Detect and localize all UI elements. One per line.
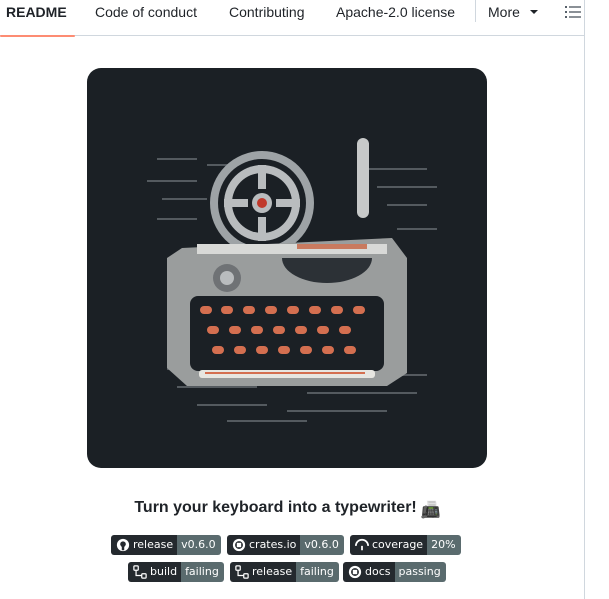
tab-license[interactable]: Apache-2.0 license — [336, 0, 455, 36]
tab-contributing[interactable]: Contributing — [229, 0, 305, 36]
tab-license-label: Apache-2.0 license — [336, 4, 456, 20]
typewriter-image — [87, 68, 487, 468]
readme-tab-bar: README Code of conduct Contributing Apac… — [0, 0, 585, 37]
badge-label: release — [133, 538, 174, 551]
badge-label: release — [252, 565, 293, 578]
typewriter-illustration — [147, 138, 437, 422]
badge-release-workflow[interactable]: release failing — [230, 562, 339, 582]
badge-value: v0.6.0 — [177, 535, 221, 555]
github-icon — [116, 538, 130, 552]
badge-coverage[interactable]: coverage 20% — [350, 535, 461, 555]
badge-github-release[interactable]: release v0.6.0 — [111, 535, 221, 555]
tab-code-of-conduct[interactable]: Code of conduct — [95, 0, 197, 36]
readme-tagline: Turn your keyboard into a typewriter! 📠 — [0, 497, 575, 522]
tab-readme[interactable]: README — [0, 0, 75, 37]
chevron-down-icon — [529, 10, 538, 15]
tab-more[interactable]: More — [488, 0, 538, 36]
lever-shape — [357, 138, 369, 218]
list-outline-icon[interactable] — [565, 5, 581, 19]
readme-panel: README Code of conduct Contributing Apac… — [0, 0, 585, 599]
badge-build[interactable]: build failing — [128, 562, 224, 582]
workflow-icon — [235, 565, 249, 579]
tab-separator — [475, 0, 476, 22]
rust-icon — [232, 538, 246, 552]
gear-shape — [210, 151, 314, 255]
tagline-text: Turn your keyboard into a typewriter! — [134, 499, 417, 516]
badge-docs[interactable]: docs passing — [343, 562, 446, 582]
badge-label: coverage — [372, 538, 424, 551]
workflow-icon — [133, 565, 147, 579]
tab-more-label: More — [488, 4, 520, 20]
badge-label: crates.io — [249, 538, 297, 551]
tab-contributing-label: Contributing — [229, 4, 305, 20]
codecov-umbrella-icon — [355, 538, 369, 551]
badge-value: failing — [296, 562, 339, 582]
badge-value: 20% — [427, 535, 461, 555]
badge-label: build — [150, 565, 178, 578]
badge-value: passing — [394, 562, 446, 582]
badge-crates-io[interactable]: crates.io v0.6.0 — [227, 535, 344, 555]
tab-readme-label: README — [6, 4, 67, 20]
fax-emoji-icon: 📠 — [420, 502, 441, 519]
tab-code-of-conduct-label: Code of conduct — [95, 4, 197, 20]
docs-rs-icon — [348, 565, 362, 579]
badge-value: failing — [181, 562, 224, 582]
badge-label: docs — [365, 565, 391, 578]
badge-value: v0.6.0 — [300, 535, 344, 555]
